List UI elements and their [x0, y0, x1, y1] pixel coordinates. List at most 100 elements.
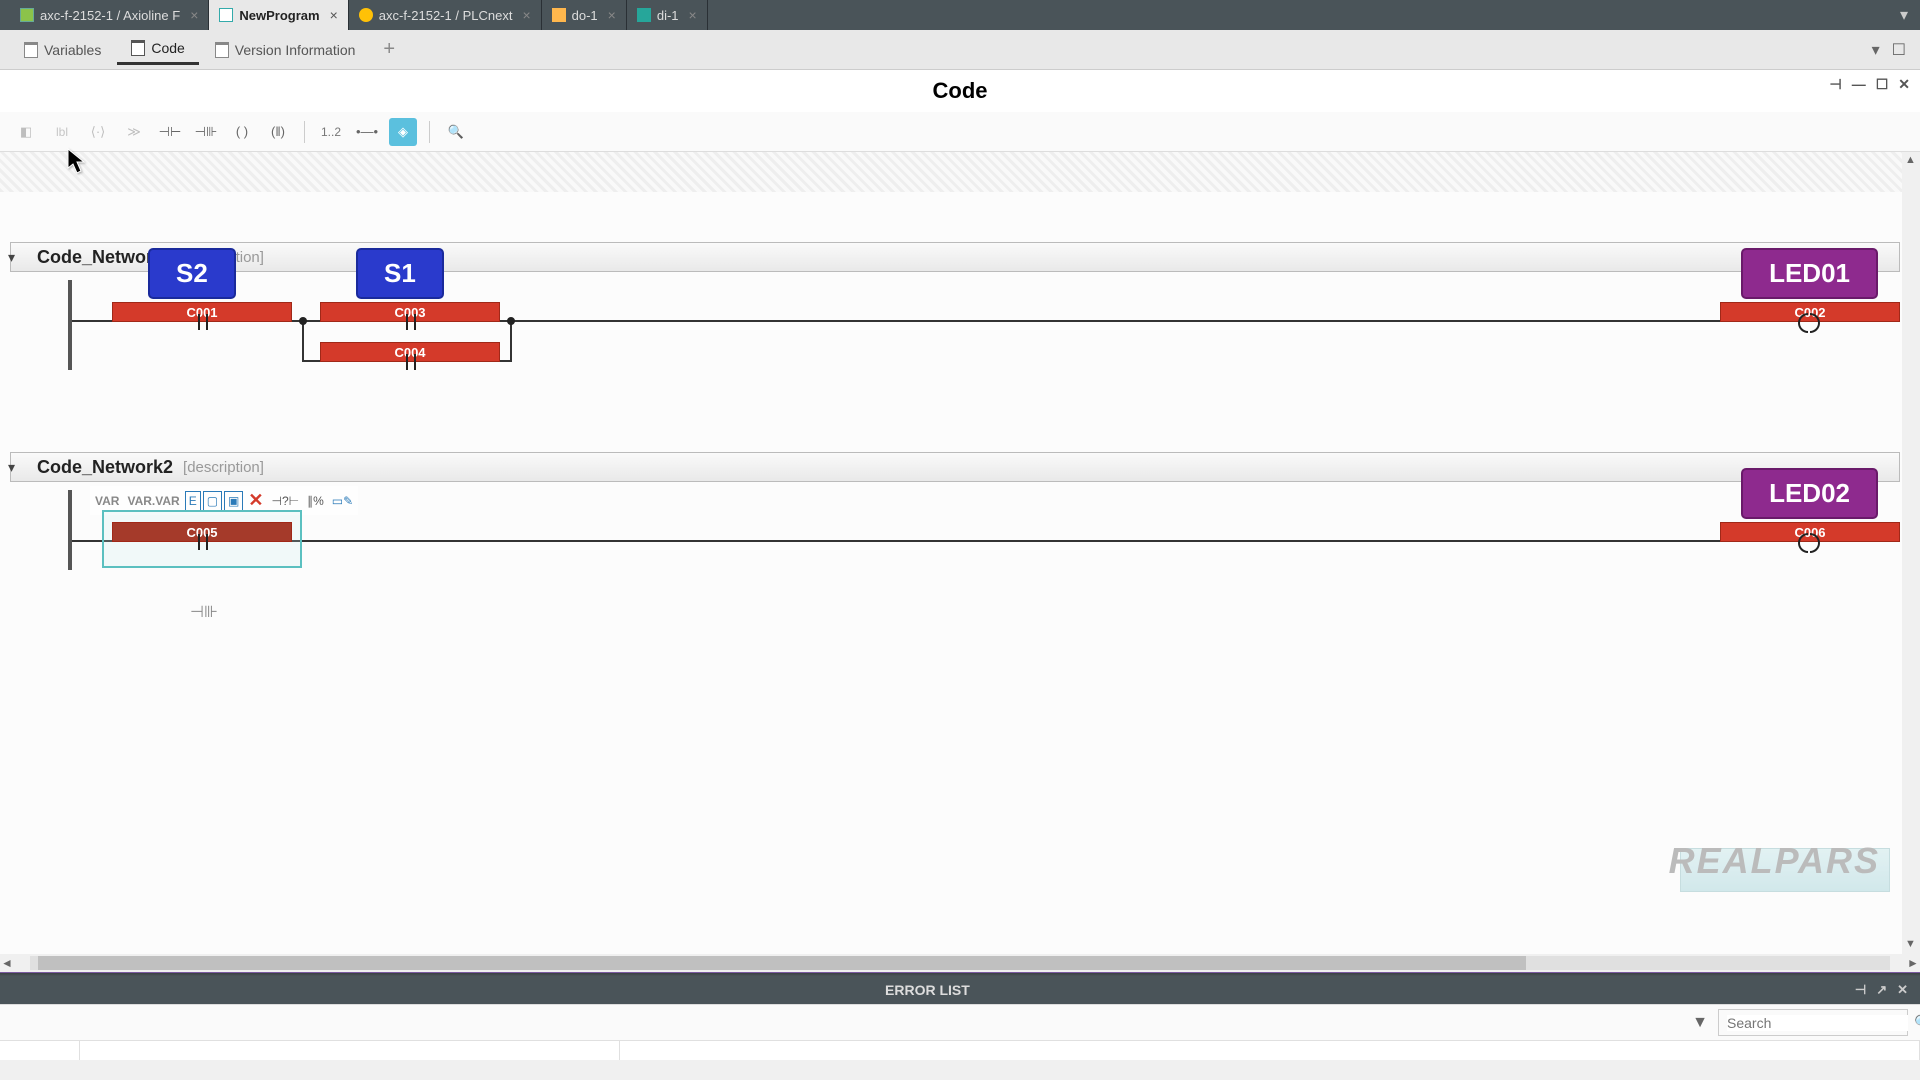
- di-icon: [637, 8, 651, 22]
- page-title: Code: [933, 78, 988, 103]
- close-icon[interactable]: ×: [522, 7, 530, 23]
- close-icon[interactable]: ✕: [1897, 982, 1908, 998]
- coil-icon: [1798, 533, 1820, 551]
- popout-icon[interactable]: ↗: [1876, 982, 1887, 998]
- tab-label: axc-f-2152-1 / PLCnext: [379, 8, 513, 23]
- code-panel-header: Code ⊣ — ☐ ✕: [0, 70, 1920, 112]
- watermark: REALPARS: [1669, 840, 1880, 882]
- zoom-level[interactable]: 1..2: [317, 118, 345, 146]
- collapse-toggle[interactable]: ▾: [8, 249, 15, 266]
- network-2[interactable]: ▾ Code_Network2 [description] VAR VAR.VA…: [10, 452, 1900, 570]
- error-column[interactable]: [80, 1041, 620, 1060]
- top-tab-bar: axc-f-2152-1 / Axioline F × NewProgram ×…: [0, 0, 1920, 30]
- network-header[interactable]: Code_Network1 [description]: [10, 242, 1900, 272]
- variable-led02[interactable]: LED02: [1741, 468, 1878, 519]
- vertical-scrollbar[interactable]: ▲ ▼: [1902, 152, 1920, 972]
- scroll-right-icon[interactable]: ►: [1906, 956, 1920, 970]
- scroll-up-icon[interactable]: ▲: [1905, 154, 1916, 166]
- no-contact-icon: [400, 314, 422, 330]
- variable-s1[interactable]: S1: [356, 248, 444, 299]
- pin-icon[interactable]: ⊣: [1855, 982, 1866, 998]
- no-contact-icon: [192, 314, 214, 330]
- plc-icon: [20, 8, 34, 22]
- pin-icon[interactable]: ⊣: [1830, 76, 1842, 93]
- scroll-track[interactable]: [30, 956, 1890, 970]
- mouse-cursor: [66, 148, 88, 176]
- error-column[interactable]: [0, 1041, 80, 1060]
- parallel-contact-button[interactable]: ⊣⊪: [192, 118, 220, 146]
- search-icon[interactable]: 🔍: [1914, 1014, 1920, 1031]
- horizontal-scrollbar[interactable]: ◄ ►: [0, 954, 1920, 972]
- network-body[interactable]: S2 C001 S1 C003 C004 LED01 C002: [68, 280, 1900, 370]
- program-icon: [219, 8, 233, 22]
- branch-line: [302, 320, 304, 360]
- network-description[interactable]: [description]: [183, 459, 264, 476]
- subtab-variables[interactable]: Variables: [10, 36, 115, 64]
- coil-icon: [1798, 313, 1820, 331]
- connector-button[interactable]: •—•: [353, 118, 381, 146]
- subtab-code[interactable]: Code: [117, 34, 198, 65]
- tab-axioline[interactable]: axc-f-2152-1 / Axioline F ×: [10, 0, 209, 30]
- tab-plcnext[interactable]: axc-f-2152-1 / PLCnext ×: [349, 0, 542, 30]
- contact-button[interactable]: ⊣⊢: [156, 118, 184, 146]
- tab-do1[interactable]: do-1 ×: [542, 0, 627, 30]
- doc-icon: [24, 42, 38, 58]
- error-list-body: [0, 1040, 1920, 1060]
- scroll-down-icon[interactable]: ▼: [1905, 938, 1916, 950]
- insert-network-button[interactable]: ◧: [12, 118, 40, 146]
- chevron-down-icon[interactable]: ▾: [1872, 40, 1880, 60]
- subtab-version[interactable]: Version Information: [201, 36, 370, 64]
- network-header[interactable]: Code_Network2 [description]: [10, 452, 1900, 482]
- auto-layout-button[interactable]: ◈: [389, 118, 417, 146]
- no-contact-icon: [400, 354, 422, 370]
- doc-icon: [131, 40, 145, 56]
- subtab-label: Code: [151, 40, 184, 56]
- collapse-toggle[interactable]: ▾: [8, 459, 15, 476]
- nav-back-button[interactable]: ⟨·⟩: [84, 118, 112, 146]
- doc-icon: [215, 42, 229, 58]
- subtab-label: Version Information: [235, 42, 356, 58]
- close-icon[interactable]: ×: [689, 7, 697, 23]
- ladder-canvas[interactable]: ▲ ▼ ▾ Code_Network1 [description] S2 C00…: [0, 152, 1920, 972]
- scroll-left-icon[interactable]: ◄: [0, 956, 14, 970]
- canvas-margin: [0, 152, 1902, 192]
- tab-newprogram[interactable]: NewProgram ×: [209, 0, 348, 30]
- error-list-title: ERROR LIST: [0, 982, 1855, 998]
- do-icon: [552, 8, 566, 22]
- variable-s2[interactable]: S2: [148, 248, 236, 299]
- search-button[interactable]: 🔍: [442, 118, 470, 146]
- error-list-header: ERROR LIST ⊣ ↗ ✕: [0, 976, 1920, 1004]
- maximize-icon[interactable]: ☐: [1876, 76, 1889, 93]
- variable-led01[interactable]: LED01: [1741, 248, 1878, 299]
- error-list-toolbar: ▼ 🔍: [0, 1004, 1920, 1040]
- maximize-icon[interactable]: ☐: [1892, 40, 1906, 60]
- scroll-thumb[interactable]: [38, 956, 1526, 970]
- parallel-insert-icon[interactable]: ⊣⊪: [190, 602, 210, 622]
- branch-line: [510, 320, 512, 360]
- error-search-box[interactable]: 🔍: [1718, 1009, 1908, 1036]
- junction-node: [507, 317, 515, 325]
- junction-node: [299, 317, 307, 325]
- separator: [429, 121, 430, 143]
- plcnext-icon: [359, 8, 373, 22]
- subtab-label: Variables: [44, 42, 101, 58]
- nav-forward-button[interactable]: ≫: [120, 118, 148, 146]
- coil-button[interactable]: ( ): [228, 118, 256, 146]
- error-search-input[interactable]: [1727, 1015, 1908, 1031]
- close-icon[interactable]: ×: [330, 7, 338, 23]
- close-icon[interactable]: ×: [190, 7, 198, 23]
- close-icon[interactable]: ×: [608, 7, 616, 23]
- tab-di1[interactable]: di-1 ×: [627, 0, 708, 30]
- close-icon[interactable]: ✕: [1898, 76, 1910, 93]
- add-tab-button[interactable]: +: [371, 38, 407, 61]
- filter-icon[interactable]: ▼: [1692, 1014, 1708, 1032]
- tab-label: axc-f-2152-1 / Axioline F: [40, 8, 180, 23]
- error-column[interactable]: [620, 1041, 1920, 1060]
- label-button[interactable]: lbl: [48, 118, 76, 146]
- network-body[interactable]: C005 LED02 C006: [68, 490, 1900, 570]
- network-1[interactable]: ▾ Code_Network1 [description] S2 C001 S1…: [10, 242, 1900, 370]
- tab-overflow-button[interactable]: ▾: [1888, 0, 1920, 30]
- minimize-icon[interactable]: —: [1852, 76, 1866, 93]
- parallel-coil-button[interactable]: (‖): [264, 118, 292, 146]
- tab-label: NewProgram: [239, 8, 319, 23]
